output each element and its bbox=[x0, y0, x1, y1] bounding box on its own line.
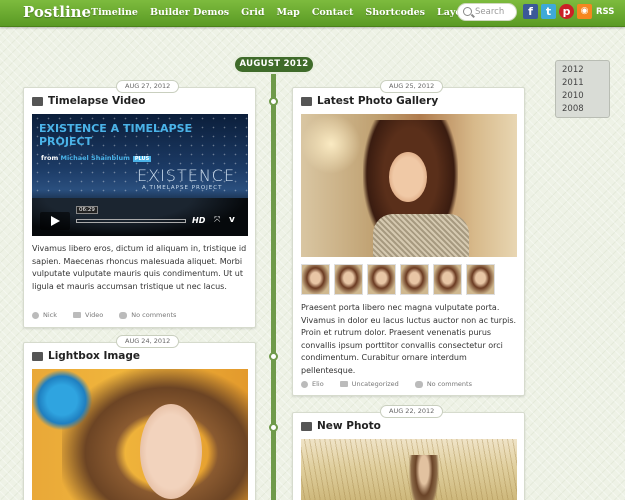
year-navigator: 2012 2011 2010 2008 bbox=[555, 60, 610, 118]
folder-icon bbox=[73, 312, 82, 318]
video-player[interactable]: EXISTENCE A TIMELAPSE PROJECT from Micha… bbox=[32, 114, 248, 236]
year-link-2010[interactable]: 2010 bbox=[556, 90, 609, 103]
site-header: Postline Timeline Builder Demos Grid Map… bbox=[0, 0, 625, 27]
post-author[interactable]: Nick bbox=[43, 311, 57, 319]
fullscreen-icon[interactable]: ⤧ bbox=[214, 215, 220, 225]
post-card-new-photo: New Photo bbox=[292, 412, 525, 500]
nav-item-grid[interactable]: Grid bbox=[241, 7, 264, 18]
year-link-2011[interactable]: 2011 bbox=[556, 77, 609, 90]
gallery-thumb[interactable] bbox=[400, 264, 429, 295]
gallery-thumbnails bbox=[301, 264, 499, 295]
search-icon bbox=[463, 7, 472, 16]
gallery-icon bbox=[301, 97, 312, 106]
pinterest-icon[interactable]: p bbox=[559, 4, 574, 19]
rss-icon[interactable]: ◉ bbox=[577, 4, 592, 19]
nav-item-map[interactable]: Map bbox=[277, 7, 300, 18]
post-comments[interactable]: No comments bbox=[427, 380, 472, 388]
facebook-icon[interactable]: f bbox=[523, 4, 538, 19]
comment-icon bbox=[414, 380, 423, 388]
post-meta: Elio Uncategorized No comments bbox=[301, 380, 472, 388]
post-card-latest-photo-gallery: Latest Photo Gallery Praesent porta libe… bbox=[292, 87, 525, 396]
image-icon bbox=[32, 352, 43, 361]
post-comments[interactable]: No comments bbox=[131, 311, 176, 319]
post-title[interactable]: Latest Photo Gallery bbox=[317, 95, 438, 107]
video-from-label: from bbox=[41, 154, 59, 162]
gallery-thumb[interactable] bbox=[466, 264, 495, 295]
photo-icon bbox=[301, 422, 312, 431]
video-big-title: EXISTENCE bbox=[137, 166, 236, 185]
gallery-thumb[interactable] bbox=[367, 264, 396, 295]
post-card-lightbox-image: Lightbox Image bbox=[23, 342, 256, 500]
rss-link[interactable]: RSS bbox=[596, 7, 614, 17]
lightbox-image[interactable] bbox=[32, 369, 248, 500]
post-date: AUG 27, 2012 bbox=[116, 80, 180, 93]
video-scrubber[interactable] bbox=[76, 219, 186, 223]
author-icon bbox=[32, 311, 39, 319]
post-author[interactable]: Elio bbox=[312, 380, 324, 388]
nav-item-timeline[interactable]: Timeline bbox=[91, 7, 138, 18]
search-input[interactable]: Search bbox=[457, 3, 517, 21]
comment-icon bbox=[119, 311, 128, 319]
post-date: AUG 22, 2012 bbox=[380, 405, 444, 418]
video-subtitle: A TIMELAPSE PROJECT bbox=[142, 185, 223, 191]
video-icon bbox=[32, 97, 43, 106]
site-logo[interactable]: Postline bbox=[23, 3, 91, 21]
vimeo-icon[interactable]: v bbox=[229, 215, 235, 225]
nav-item-shortcodes[interactable]: Shortcodes bbox=[365, 7, 425, 18]
year-link-2008[interactable]: 2008 bbox=[556, 103, 609, 116]
gallery-thumb[interactable] bbox=[301, 264, 330, 295]
folder-icon bbox=[339, 381, 348, 387]
twitter-icon[interactable]: t bbox=[541, 4, 556, 19]
post-excerpt: Praesent porta libero nec magna vulputat… bbox=[301, 303, 517, 375]
plus-badge: PLUS bbox=[132, 156, 152, 162]
timeline-dot bbox=[269, 423, 278, 432]
video-time: 06:29 bbox=[76, 206, 98, 214]
post-title[interactable]: Lightbox Image bbox=[48, 350, 140, 362]
video-author[interactable]: Michael Shainblum bbox=[61, 154, 130, 162]
author-icon bbox=[301, 380, 308, 388]
search-placeholder: Search bbox=[475, 7, 505, 17]
gallery-main-image[interactable] bbox=[301, 114, 517, 257]
post-date: AUG 24, 2012 bbox=[116, 335, 180, 348]
gallery-thumb[interactable] bbox=[334, 264, 363, 295]
main-nav: Timeline Builder Demos Grid Map Contact … bbox=[91, 7, 490, 18]
video-headline: EXISTENCE A TIMELAPSE PROJECT bbox=[39, 122, 193, 148]
hd-toggle[interactable]: HD bbox=[192, 216, 205, 225]
nav-item-builder-demos[interactable]: Builder Demos bbox=[150, 7, 229, 18]
post-excerpt: Vivamus libero eros, dictum id aliquam i… bbox=[32, 244, 247, 291]
month-badge[interactable]: AUGUST 2012 bbox=[233, 55, 315, 74]
post-category[interactable]: Uncategorized bbox=[352, 380, 399, 388]
timeline-line bbox=[271, 70, 276, 500]
timeline-dot bbox=[269, 352, 278, 361]
post-title[interactable]: New Photo bbox=[317, 420, 381, 432]
post-category[interactable]: Video bbox=[85, 311, 103, 319]
post-card-timelapse-video: Timelapse Video EXISTENCE A TIMELAPSE PR… bbox=[23, 87, 256, 328]
gallery-thumb[interactable] bbox=[433, 264, 462, 295]
nav-item-contact[interactable]: Contact bbox=[312, 7, 354, 18]
post-image[interactable] bbox=[301, 439, 517, 500]
post-date: AUG 25, 2012 bbox=[380, 80, 444, 93]
video-author-line: from Michael Shainblum PLUS bbox=[41, 154, 152, 162]
post-meta: Nick Video No comments bbox=[32, 311, 176, 319]
play-button[interactable] bbox=[40, 212, 70, 230]
timeline-dot bbox=[269, 97, 278, 106]
year-link-2012[interactable]: 2012 bbox=[556, 64, 609, 77]
post-title[interactable]: Timelapse Video bbox=[48, 95, 145, 107]
